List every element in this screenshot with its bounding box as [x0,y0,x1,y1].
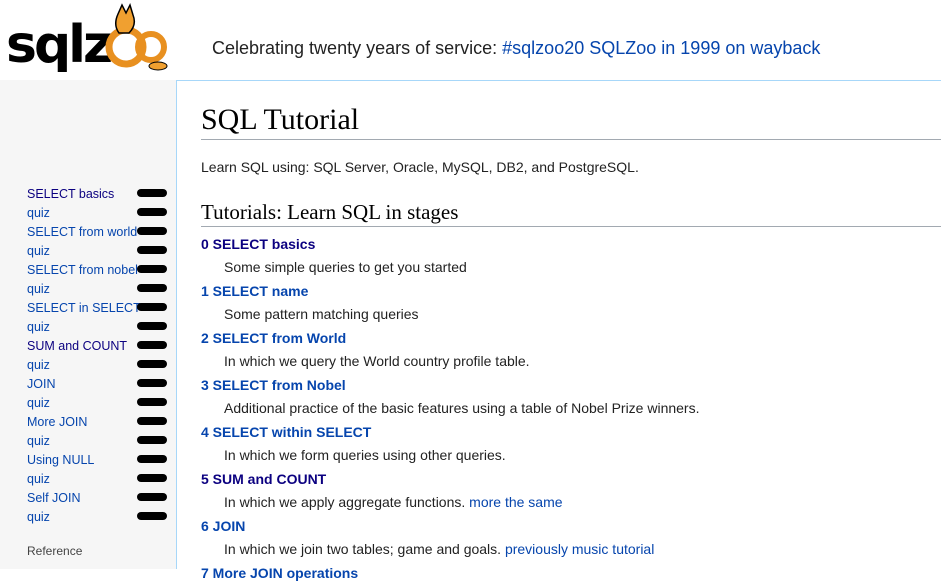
sidebar-reference-heading: Reference [27,544,83,558]
sidebar-item-label: SUM and COUNT [27,339,128,353]
tutorial-description: In which we apply aggregate functions. m… [224,494,563,510]
sidebar-item-label: SELECT basics [27,187,115,201]
tutorial-description: Some pattern matching queries [224,306,419,322]
sidebar-item-select-in-select[interactable]: SELECT in SELECT [27,299,172,318]
tutorial-link[interactable]: 4 SELECT within SELECT [201,424,371,440]
progress-pill-icon [137,284,167,292]
sidebar-item-label: More JOIN [27,415,88,429]
progress-pill-icon [137,265,167,273]
progress-pill-icon [137,246,167,254]
sidebar-item-label: quiz [27,320,50,334]
sidebar-item-label: quiz [27,206,50,220]
tutorial-link[interactable]: 1 SELECT name [201,283,308,299]
sidebar-item-select-from-world[interactable]: SELECT from world [27,223,172,242]
intro-text: Learn SQL using: SQL Server, Oracle, MyS… [201,159,639,175]
tutorial-description-text: In which we join two tables; game and go… [224,541,502,557]
section-title-tutorials: Tutorials: Learn SQL in stages [201,198,941,227]
progress-pill-icon [137,417,167,425]
progress-pill-icon [137,208,167,216]
tutorial-description: Additional practice of the basic feature… [224,400,700,416]
tutorial-link[interactable]: 2 SELECT from World [201,330,346,346]
sidebar-item-label: JOIN [27,377,56,391]
progress-pill-icon [137,189,167,197]
sidebar-item-label: SELECT from world [27,225,138,239]
sidebar-item-label: quiz [27,396,50,410]
progress-pill-icon [137,474,167,482]
sidebar-item-label: quiz [27,510,50,524]
main-content: SQL Tutorial Learn SQL using: SQL Server… [176,80,941,581]
wayback-link[interactable]: SQLZoo in 1999 on wayback [589,38,820,58]
progress-pill-icon [137,303,167,311]
sidebar-item-quiz[interactable]: quiz [27,356,172,375]
tutorial-link[interactable]: 3 SELECT from Nobel [201,377,346,393]
sidebar-item-label: SELECT from nobel [27,263,138,277]
tutorial-description: In which we join two tables; game and go… [224,541,654,557]
sidebar-item-label: quiz [27,434,50,448]
progress-pill-icon [137,512,167,520]
sidebar-item-label: Self JOIN [27,491,81,505]
sidebar-item-join[interactable]: JOIN [27,375,172,394]
sidebar-item-quiz[interactable]: quiz [27,394,172,413]
tutorial-description: In which we form queries using other que… [224,447,506,463]
sidebar-item-label: quiz [27,244,50,258]
progress-pill-icon [137,493,167,501]
tutorial-description-text: Some pattern matching queries [224,306,419,322]
sidebar-item-quiz[interactable]: quiz [27,508,172,527]
sidebar-item-quiz[interactable]: quiz [27,204,172,223]
sidebar-item-label: quiz [27,282,50,296]
logo-wordmark: sqlz [6,15,111,72]
progress-pill-icon [137,436,167,444]
tutorial-description: Some simple queries to get you started [224,259,467,275]
sidebar-item-more-join[interactable]: More JOIN [27,413,172,432]
progress-pill-icon [137,398,167,406]
sidebar-item-label: quiz [27,472,50,486]
sidebar-item-quiz[interactable]: quiz [27,470,172,489]
progress-pill-icon [137,455,167,463]
tutorial-description-text: In which we query the World country prof… [224,353,530,369]
sidebar-item-label: quiz [27,358,50,372]
sidebar-item-quiz[interactable]: quiz [27,280,172,299]
tutorial-link[interactable]: 0 SELECT basics [201,236,315,252]
tutorial-description-text: In which we form queries using other que… [224,447,506,463]
tutorial-link[interactable]: 7 More JOIN operations [201,565,358,581]
sidebar-item-quiz[interactable]: quiz [27,318,172,337]
progress-pill-icon [137,360,167,368]
page-title: SQL Tutorial [201,101,941,140]
sidebar-item-self-join[interactable]: Self JOIN [27,489,172,508]
sidebar-item-using-null[interactable]: Using NULL [27,451,172,470]
progress-pill-icon [137,341,167,349]
sidebar-item-label: Using NULL [27,453,95,467]
banner-text: Celebrating twenty years of service: [212,38,498,58]
progress-pill-icon [137,322,167,330]
sidebar-item-label: SELECT in SELECT [27,301,141,315]
tutorial-extra-link[interactable]: previously music tutorial [505,541,654,557]
tutorial-link[interactable]: 5 SUM and COUNT [201,471,326,487]
sidebar-item-select-from-nobel[interactable]: SELECT from nobel [27,261,172,280]
tutorial-description-text: In which we apply aggregate functions. [224,494,466,510]
sidebar-item-quiz[interactable]: quiz [27,242,172,261]
tutorial-description: In which we query the World country prof… [224,353,530,369]
tutorial-extra-link[interactable]: more the same [469,494,562,510]
sidebar-item-quiz[interactable]: quiz [27,432,172,451]
tutorial-link[interactable]: 6 JOIN [201,518,245,534]
celebration-banner: Celebrating twenty years of service: #sq… [212,38,820,59]
sqlzoo-logo[interactable]: sqlz [6,2,171,72]
sidebar-item-select-basics[interactable]: SELECT basics [27,185,172,204]
sqlzoo20-hashtag-link[interactable]: #sqlzoo20 [502,38,584,58]
tutorial-description-text: Some simple queries to get you started [224,259,467,275]
progress-pill-icon [137,379,167,387]
tutorial-description-text: Additional practice of the basic feature… [224,400,700,416]
sidebar-item-sum-and-count[interactable]: SUM and COUNT [27,337,172,356]
progress-pill-icon [137,227,167,235]
